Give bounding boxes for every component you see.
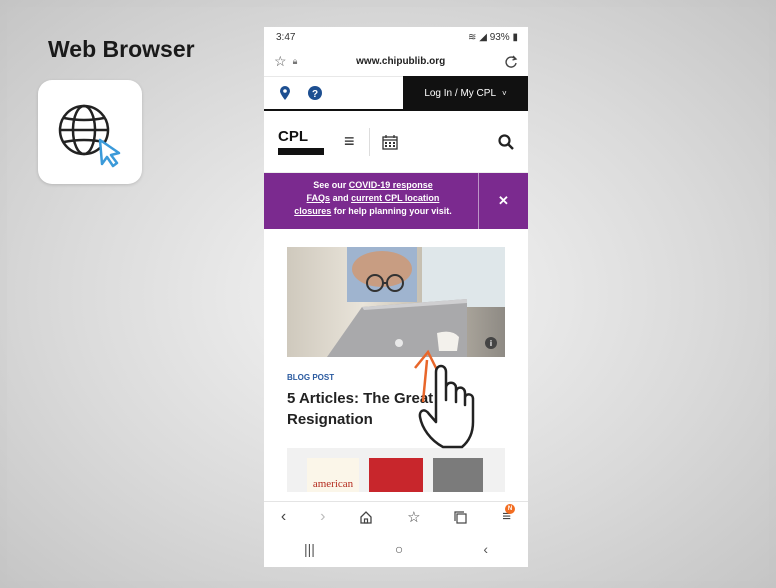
bookmark-star-icon[interactable]: ☆ xyxy=(274,53,287,70)
location-pin-icon[interactable] xyxy=(280,86,290,100)
system-nav-bar: ||| ○ ‹ xyxy=(264,531,528,567)
browser-url-bar: ☆ 🔒︎ www.chipublib.org xyxy=(264,47,528,77)
site-header: CPL ≡ xyxy=(264,111,528,173)
header-divider xyxy=(368,127,370,156)
book-covers-strip[interactable]: american xyxy=(287,448,505,492)
url-text[interactable]: www.chipublib.org xyxy=(297,56,504,67)
status-bar: 3:47 ≋ ◢ 93% ▮ xyxy=(264,27,528,47)
hero-photo: i xyxy=(327,247,505,357)
signal-icon: ◢ xyxy=(479,31,487,43)
search-icon[interactable] xyxy=(498,133,514,150)
home-icon[interactable] xyxy=(359,510,373,524)
covid-text-suffix: for help planning your visit. xyxy=(331,206,452,216)
faqs-link[interactable]: FAQs xyxy=(307,193,331,203)
location-link[interactable]: current CPL location xyxy=(351,193,439,203)
reload-icon[interactable] xyxy=(504,55,518,69)
book-cover-1: american xyxy=(307,458,359,492)
tabs-icon[interactable] xyxy=(454,510,468,524)
blog-post-image[interactable]: i xyxy=(287,247,505,357)
web-browser-app-tile xyxy=(38,80,142,184)
browser-menu-button[interactable]: ≡ N xyxy=(502,503,516,526)
calendar-icon[interactable] xyxy=(381,134,398,150)
covid-response-link[interactable]: COVID-19 response xyxy=(349,180,433,190)
close-banner-button[interactable]: ✕ xyxy=(478,173,528,229)
slide-title: Web Browser xyxy=(48,36,195,62)
bookmarks-icon[interactable]: ☆ xyxy=(407,508,420,526)
status-icons: ≋ ◢ 93% ▮ xyxy=(468,32,518,43)
system-back-icon[interactable]: ‹ xyxy=(483,541,488,557)
pointing-hand-icon xyxy=(414,349,475,449)
hamburger-menu-icon[interactable]: ≡ xyxy=(344,131,355,152)
closures-link[interactable]: closures xyxy=(294,206,331,216)
wifi-icon: ≋ xyxy=(468,31,477,43)
phone-screen: 3:47 ≋ ◢ 93% ▮ ☆ 🔒︎ www.chipublib.org ? xyxy=(264,27,528,567)
status-time: 3:47 xyxy=(276,31,296,43)
battery-icon: ▮ xyxy=(512,31,518,43)
book-cover-2 xyxy=(369,458,423,492)
cpl-logo[interactable]: CPL xyxy=(278,127,324,155)
book-cover-3 xyxy=(433,458,483,492)
recent-apps-icon[interactable]: ||| xyxy=(304,541,315,557)
login-label: Log In / My CPL xyxy=(424,87,497,99)
chevron-down-icon: ˅ xyxy=(502,88,507,98)
login-button[interactable]: Log In / My CPL ˅ xyxy=(403,76,528,110)
covid-text-middle: and xyxy=(330,193,352,203)
covid-message: See our COVID-19 response FAQs and curre… xyxy=(264,173,478,229)
site-top-nav: ? Log In / My CPL ˅ xyxy=(264,76,528,111)
notification-badge-icon: N xyxy=(505,503,516,514)
back-icon[interactable]: ‹ xyxy=(281,508,286,526)
covid-text-prefix: See our xyxy=(313,180,349,190)
battery-percent: 93% xyxy=(489,31,510,43)
svg-text:?: ? xyxy=(312,89,318,100)
svg-text:i: i xyxy=(490,339,492,348)
help-icon[interactable]: ? xyxy=(308,86,322,100)
logo-text: CPL xyxy=(278,127,308,145)
home-button-icon[interactable]: ○ xyxy=(395,541,403,557)
browser-bottom-toolbar: ‹ › ☆ ≡ N xyxy=(264,501,528,531)
logo-bar xyxy=(278,147,324,155)
globe-cursor-icon xyxy=(58,104,121,168)
forward-icon[interactable]: › xyxy=(320,508,325,526)
main-content: i BLOG POST 5 Articles: The Great Resign… xyxy=(264,229,528,492)
covid-banner: See our COVID-19 response FAQs and curre… xyxy=(264,173,528,229)
